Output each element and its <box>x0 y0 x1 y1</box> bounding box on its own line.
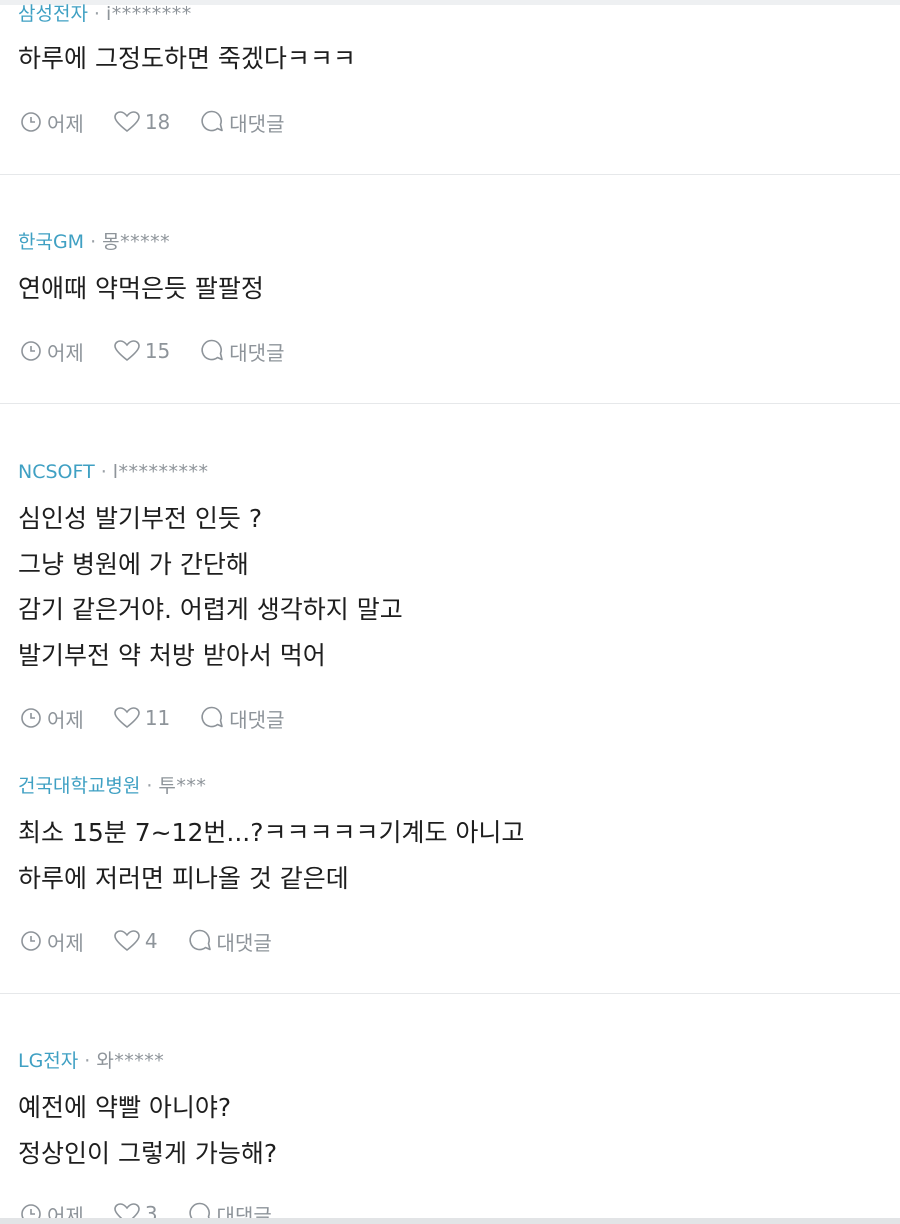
comment-line: 연애때 약먹은듯 팔팔정 <box>18 274 264 303</box>
company-name[interactable]: LG전자 <box>18 1050 78 1072</box>
time-info: 어제 <box>20 704 84 733</box>
like-count: 4 <box>144 929 158 953</box>
like-count: 18 <box>144 110 171 134</box>
comment-meta: 삼성전자 · i******** <box>18 2 192 26</box>
comment-line: 심인성 발기부전 인듯 ? <box>18 504 263 533</box>
reply-button[interactable]: 대댓글 <box>188 927 272 956</box>
comment-divider <box>0 174 900 175</box>
company-name[interactable]: 한국GM <box>18 231 84 253</box>
reply-button[interactable]: 대댓글 <box>200 108 284 137</box>
meta-separator: · <box>100 461 107 483</box>
meta-separator: · <box>90 231 97 253</box>
author-name: 와***** <box>96 1050 165 1072</box>
speech-bubble-icon <box>201 339 224 361</box>
reply-label: 대댓글 <box>216 930 272 955</box>
comment-line: 그냥 병원에 가 간단해 <box>18 549 249 579</box>
time-label: 어제 <box>47 340 84 365</box>
comment-line: 감기 같은거야. 어렵게 생각하지 말고 <box>18 595 403 624</box>
company-name[interactable]: 건국대학교병원 <box>18 775 140 797</box>
comment-body: 심인성 발기부전 인듯 ? 그냥 병원에 가 간단해 감기 같은거야. 어렵게 … <box>18 496 403 678</box>
time-label: 어제 <box>47 111 84 136</box>
meta-separator: · <box>84 1050 91 1072</box>
bottom-edge <box>0 1218 900 1224</box>
company-name[interactable]: 삼성전자 <box>18 3 88 25</box>
comment-divider <box>0 403 900 404</box>
comment-body: 최소 15분 7~12번...?ㅋㅋㅋㅋㅋ기계도 아니고 하루에 저러면 피나올… <box>18 810 524 901</box>
clock-icon <box>21 708 41 728</box>
speech-bubble-icon <box>201 706 224 728</box>
clock-icon <box>21 112 41 132</box>
comment-meta: 한국GM · 몽***** <box>18 230 170 254</box>
time-label: 어제 <box>47 930 84 955</box>
comment-actions: 어제 15 대댓글 <box>20 337 314 365</box>
comment-line: 발기부전 약 처방 받아서 먹어 <box>18 640 326 670</box>
meta-separator: · <box>93 3 100 25</box>
comment-meta: 건국대학교병원 · 투*** <box>18 774 206 798</box>
comment-line: 하루에 저러면 피나올 것 같은데 <box>18 863 349 893</box>
company-name[interactable]: NCSOFT <box>18 461 95 483</box>
comment-feed: 삼성전자 · i******** 하루에 그정도하면 죽겠다ㅋㅋㅋ 어제 18 대댓… <box>0 0 900 1224</box>
speech-bubble-icon <box>201 110 224 132</box>
like-count: 11 <box>144 706 171 730</box>
meta-separator: · <box>146 775 153 797</box>
author-name: l********* <box>112 461 209 483</box>
heart-icon <box>114 930 140 952</box>
time-info: 어제 <box>20 337 84 366</box>
reply-label: 대댓글 <box>229 111 285 136</box>
speech-bubble-icon <box>188 929 211 951</box>
author-name: i******** <box>105 3 192 25</box>
reply-label: 대댓글 <box>229 707 285 732</box>
like-button[interactable]: 4 <box>114 929 158 953</box>
heart-icon <box>114 111 140 133</box>
like-button[interactable]: 15 <box>114 339 170 363</box>
heart-icon <box>114 340 140 362</box>
comment-meta: LG전자 · 와***** <box>18 1049 164 1073</box>
time-info: 어제 <box>20 108 84 137</box>
reply-button[interactable]: 대댓글 <box>200 337 284 366</box>
comment-line: 하루에 그정도하면 죽겠다ㅋㅋㅋ <box>18 44 356 73</box>
clock-icon <box>21 931 41 951</box>
time-label: 어제 <box>47 707 84 732</box>
comment-actions: 어제 4 대댓글 <box>20 927 302 955</box>
reply-button[interactable]: 대댓글 <box>200 704 284 733</box>
comment-line: 최소 15분 7~12번...?ㅋㅋㅋㅋㅋ기계도 아니고 <box>18 818 525 847</box>
like-button[interactable]: 18 <box>114 110 170 134</box>
comment-actions: 어제 18 대댓글 <box>20 108 314 136</box>
clock-icon <box>21 341 41 361</box>
author-name: 몽***** <box>102 231 171 253</box>
heart-icon <box>114 707 140 729</box>
author-name: 투*** <box>158 775 207 797</box>
like-count: 15 <box>144 339 171 363</box>
comment-actions: 어제 11 대댓글 <box>20 704 314 732</box>
comment-body: 하루에 그정도하면 죽겠다ㅋㅋㅋ <box>18 36 356 82</box>
comment-body: 예전에 약빨 아니야? 정상인이 그렇게 가능해? <box>18 1085 277 1176</box>
reply-label: 대댓글 <box>229 340 285 365</box>
comment-meta: NCSOFT · l********* <box>18 460 209 484</box>
comment-line: 정상인이 그렇게 가능해? <box>18 1138 278 1168</box>
comment-line: 예전에 약빨 아니야? <box>18 1093 232 1122</box>
comment-divider <box>0 993 900 994</box>
comment-body: 연애때 약먹은듯 팔팔정 <box>18 266 264 312</box>
like-button[interactable]: 11 <box>114 706 170 730</box>
time-info: 어제 <box>20 927 84 956</box>
